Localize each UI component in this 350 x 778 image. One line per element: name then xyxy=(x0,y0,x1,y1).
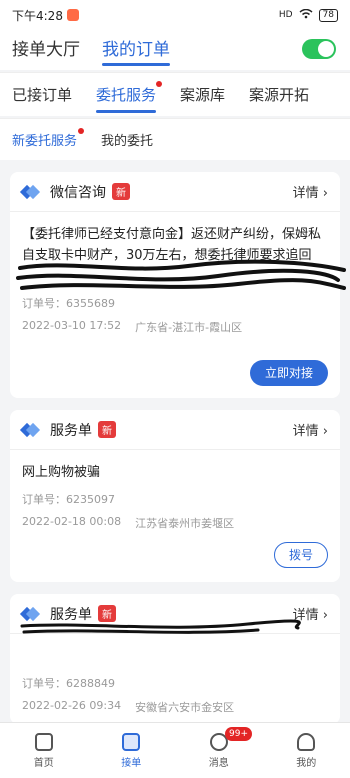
card-header: 服务单 新 详情 › xyxy=(10,594,340,634)
order-card: 服务单 新 详情 › 订单号：6288849 2022-02-26 09:34 … xyxy=(10,594,340,724)
order-number-value: 6235097 xyxy=(66,493,115,506)
nav-profile-label: 我的 xyxy=(296,757,317,769)
nav-messages[interactable]: 消息 99+ xyxy=(175,723,263,778)
order-description xyxy=(22,646,328,667)
order-type: 微信咨询 xyxy=(50,184,106,201)
online-toggle[interactable] xyxy=(302,39,336,59)
new-badge: 新 xyxy=(112,183,130,200)
unread-dot xyxy=(78,128,85,134)
tab-entrusted-service-label: 委托服务 xyxy=(96,86,157,104)
tab-case-library[interactable]: 案源库 xyxy=(180,74,225,115)
wifi-icon xyxy=(299,8,313,22)
nav-profile[interactable]: 我的 xyxy=(263,723,350,778)
home-icon xyxy=(34,732,53,751)
status-time: 下午4:28 xyxy=(12,8,63,23)
order-meta: 2022-02-18 00:08 江苏省泰州市姜堰区 xyxy=(22,515,328,531)
status-indicators: HD 78 xyxy=(278,8,338,22)
order-number-label: 订单号： xyxy=(22,677,66,690)
tab-my-orders[interactable]: 我的订单 xyxy=(102,35,170,66)
top-tab-bar: 接单大厅 我的订单 xyxy=(0,30,350,70)
order-description: 网上购物被骗 xyxy=(22,465,101,480)
sub-tab-bar: 已接订单 委托服务 案源库 案源开拓 xyxy=(0,72,350,116)
order-card: 服务单 新 详情 › 网上购物被骗 订单号：6235097 2022-02-18… xyxy=(10,410,340,582)
status-bar: 下午4:28 HD 78 xyxy=(0,0,350,30)
profile-icon xyxy=(297,732,316,751)
detail-label: 详情 xyxy=(292,424,319,439)
tab-new-entrust-label: 新委托服务 xyxy=(12,134,78,149)
toggle-knob xyxy=(318,41,334,57)
detail-link[interactable]: 详情 › xyxy=(293,420,328,439)
handshake-icon xyxy=(19,606,41,621)
card-header: 服务单 新 详情 › xyxy=(10,410,340,450)
notification-app-icon xyxy=(66,9,79,21)
order-description: 【委托律师已经支付意向金】返还财产纠纷，保姆私自支取卡中财产，30万左右，想委托… xyxy=(22,227,322,263)
order-number: 订单号：6235097 xyxy=(22,491,328,507)
dial-button[interactable]: 拨号 xyxy=(274,542,328,568)
card-body: 【委托律师已经支付意向金】返还财产纠纷，保姆私自支取卡中财产，30万左右，想委托… xyxy=(10,212,340,347)
order-type: 服务单 xyxy=(50,606,92,623)
connect-now-button[interactable]: 立即对接 xyxy=(250,360,328,386)
order-datetime: 2022-02-26 09:34 xyxy=(22,699,122,712)
battery-indicator: 78 xyxy=(318,8,338,22)
order-region: 安徽省六安市金安区 xyxy=(135,701,235,714)
bottom-nav: 首页 接单 消息 99+ 我的 xyxy=(0,722,350,778)
handshake-icon xyxy=(19,422,41,437)
order-datetime: 2022-03-10 17:52 xyxy=(22,319,122,332)
order-region: 江苏省泰州市姜堰区 xyxy=(135,517,235,530)
tab-case-expansion[interactable]: 案源开拓 xyxy=(249,74,309,115)
order-region: 广东省-湛江市-霞山区 xyxy=(135,321,243,334)
tab-accepted-orders[interactable]: 已接订单 xyxy=(12,74,72,115)
unread-dot xyxy=(156,81,163,87)
orders-icon xyxy=(122,732,141,751)
message-count-badge: 99+ xyxy=(225,727,252,741)
detail-link[interactable]: 详情 › xyxy=(293,182,328,201)
order-type: 服务单 xyxy=(50,422,92,439)
new-badge: 新 xyxy=(98,421,116,438)
order-card: 微信咨询 新 详情 › 【委托律师已经支付意向金】返还财产纠纷，保姆私自支取卡中… xyxy=(10,172,340,398)
order-meta: 2022-03-10 17:52 广东省-湛江市-霞山区 xyxy=(22,319,328,335)
order-meta: 2022-02-26 09:34 安徽省六安市金安区 xyxy=(22,699,328,715)
handshake-icon xyxy=(19,184,41,199)
detail-link[interactable]: 详情 › xyxy=(293,604,328,623)
order-number: 订单号：6288849 xyxy=(22,675,328,691)
detail-label: 详情 xyxy=(292,186,319,201)
tab-entrusted-service[interactable]: 委托服务 xyxy=(96,74,163,115)
order-number-label: 订单号： xyxy=(22,493,66,506)
order-datetime: 2022-02-18 00:08 xyxy=(22,515,122,528)
tab-order-hall[interactable]: 接单大厅 xyxy=(12,35,80,66)
order-number-value: 6288849 xyxy=(66,677,115,690)
order-number-value: 6355689 xyxy=(66,297,115,310)
nav-messages-label: 消息 xyxy=(208,757,229,769)
nav-home-label: 首页 xyxy=(33,757,54,769)
order-number: 订单号：6355689 xyxy=(22,295,328,311)
tab-my-entrust[interactable]: 我的委托 xyxy=(101,130,153,149)
third-tab-bar: 新委托服务 我的委托 xyxy=(0,118,350,160)
new-badge: 新 xyxy=(98,605,116,622)
card-body: 网上购物被骗 订单号：6235097 2022-02-18 00:08 江苏省泰… xyxy=(10,450,340,543)
nav-orders-label: 接单 xyxy=(121,757,142,769)
detail-label: 详情 xyxy=(292,608,319,623)
card-body: 订单号：6288849 2022-02-26 09:34 安徽省六安市金安区 xyxy=(10,634,340,727)
order-number-label: 订单号： xyxy=(22,297,66,310)
card-header: 微信咨询 新 详情 › xyxy=(10,172,340,212)
nav-orders[interactable]: 接单 xyxy=(88,723,176,778)
tab-new-entrust[interactable]: 新委托服务 xyxy=(12,128,85,149)
nav-home[interactable]: 首页 xyxy=(0,723,88,778)
signal-icon: HD xyxy=(278,10,293,20)
